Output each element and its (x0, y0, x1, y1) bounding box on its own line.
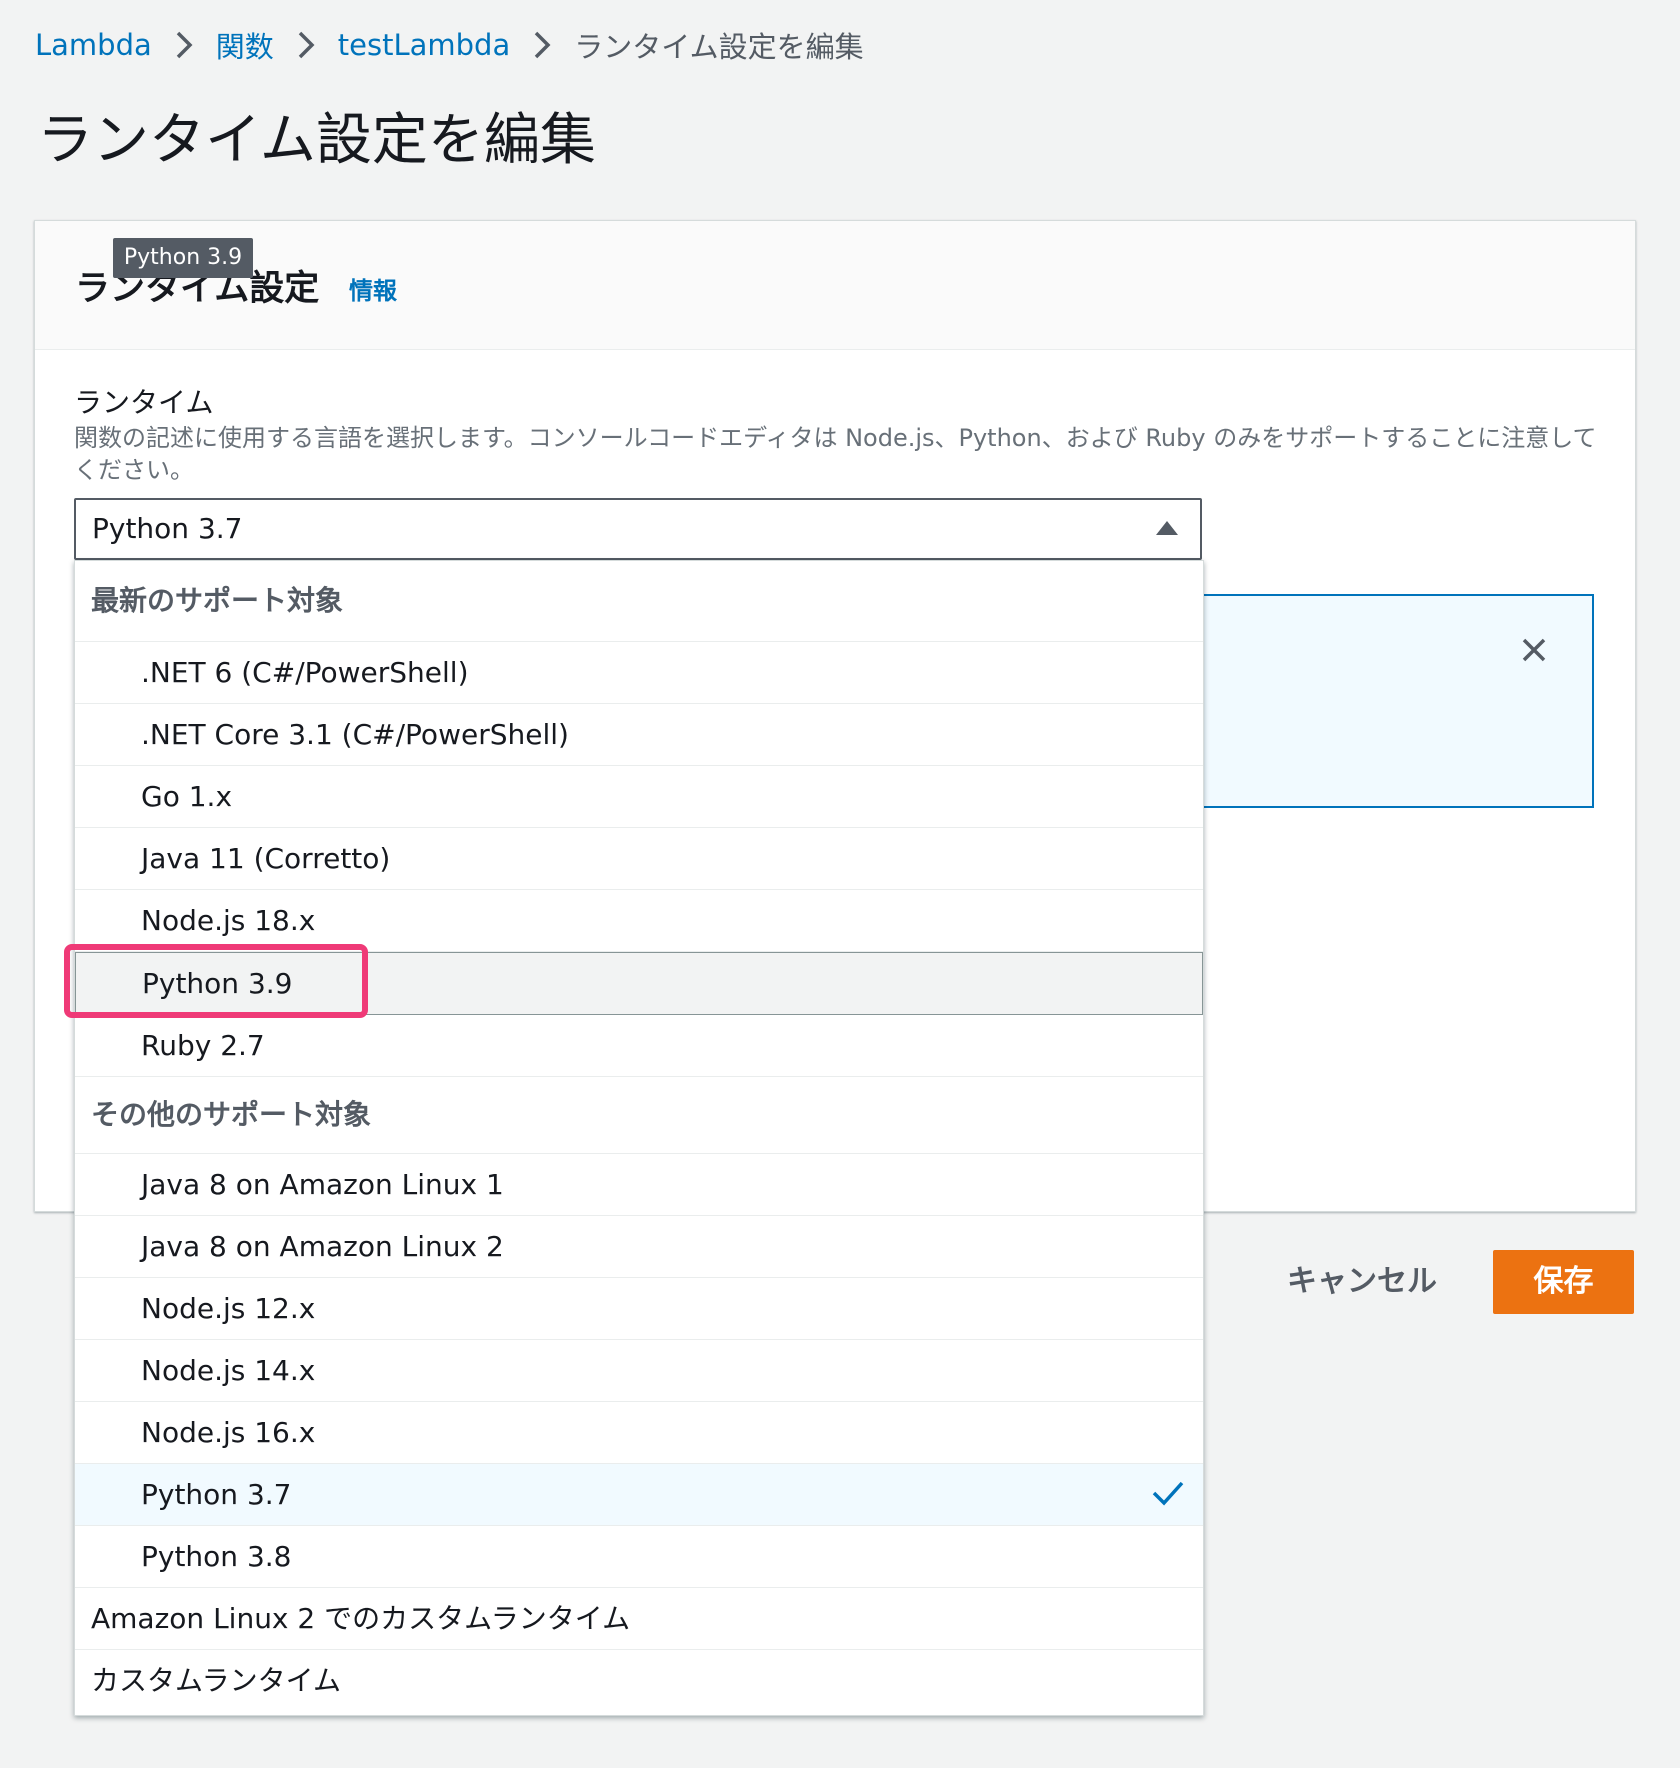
option-python37[interactable]: Python 3.7 (75, 1464, 1203, 1526)
option-java8-al1[interactable]: Java 8 on Amazon Linux 1 (75, 1154, 1203, 1216)
runtime-select-value: Python 3.7 (92, 512, 243, 545)
option-java8-al2[interactable]: Java 8 on Amazon Linux 2 (75, 1216, 1203, 1278)
option-go1x[interactable]: Go 1.x (75, 766, 1203, 828)
runtime-select[interactable]: Python 3.7 (74, 498, 1202, 560)
chevron-right-icon (274, 18, 338, 72)
close-icon[interactable] (1514, 630, 1554, 670)
info-alert (1180, 594, 1594, 808)
group-latest-supported: 最新のサポート対象 (75, 561, 1203, 642)
breadcrumb: Lambda 関数 testLambda ランタイム設定を編集 (35, 18, 864, 72)
cancel-button[interactable]: キャンセル (1272, 1250, 1452, 1314)
panel-header: ランタイム設定 情報 (35, 221, 1635, 350)
chevron-right-icon (510, 18, 574, 72)
option-nodejs14[interactable]: Node.js 14.x (75, 1340, 1203, 1402)
chevron-right-icon (152, 18, 216, 72)
option-nodejs16[interactable]: Node.js 16.x (75, 1402, 1203, 1464)
option-custom-runtime-al2[interactable]: Amazon Linux 2 でのカスタムランタイム (75, 1588, 1203, 1650)
option-custom-runtime[interactable]: カスタムランタイム (75, 1650, 1203, 1712)
option-dotnet6[interactable]: .NET 6 (C#/PowerShell) (75, 642, 1203, 704)
option-java11[interactable]: Java 11 (Corretto) (75, 828, 1203, 890)
breadcrumb-functions[interactable]: 関数 (216, 24, 274, 66)
runtime-label: ランタイム (74, 386, 214, 419)
option-nodejs18[interactable]: Node.js 18.x (75, 890, 1203, 952)
runtime-dropdown: 最新のサポート対象 .NET 6 (C#/PowerShell) .NET Co… (74, 560, 1204, 1716)
tooltip: Python 3.9 (113, 238, 253, 278)
check-icon (1152, 1481, 1184, 1506)
option-ruby27[interactable]: Ruby 2.7 (75, 1015, 1203, 1077)
option-python37-label: Python 3.7 (141, 1478, 292, 1511)
page-title: ランタイム設定を編集 (37, 108, 596, 173)
caret-up-icon (1156, 521, 1178, 535)
option-dotnetcore31[interactable]: .NET Core 3.1 (C#/PowerShell) (75, 704, 1203, 766)
breadcrumb-testlambda[interactable]: testLambda (338, 28, 510, 62)
group-other-supported: その他のサポート対象 (75, 1077, 1203, 1154)
option-nodejs12[interactable]: Node.js 12.x (75, 1278, 1203, 1340)
info-link[interactable]: 情報 (349, 273, 397, 309)
highlight-box (64, 944, 368, 1018)
breadcrumb-lambda[interactable]: Lambda (35, 28, 152, 62)
option-python38[interactable]: Python 3.8 (75, 1526, 1203, 1588)
save-button[interactable]: 保存 (1493, 1250, 1634, 1314)
runtime-description: 関数の記述に使用する言語を選択します。コンソールコードエディタは Node.js… (74, 424, 1597, 484)
breadcrumb-current: ランタイム設定を編集 (574, 30, 864, 64)
